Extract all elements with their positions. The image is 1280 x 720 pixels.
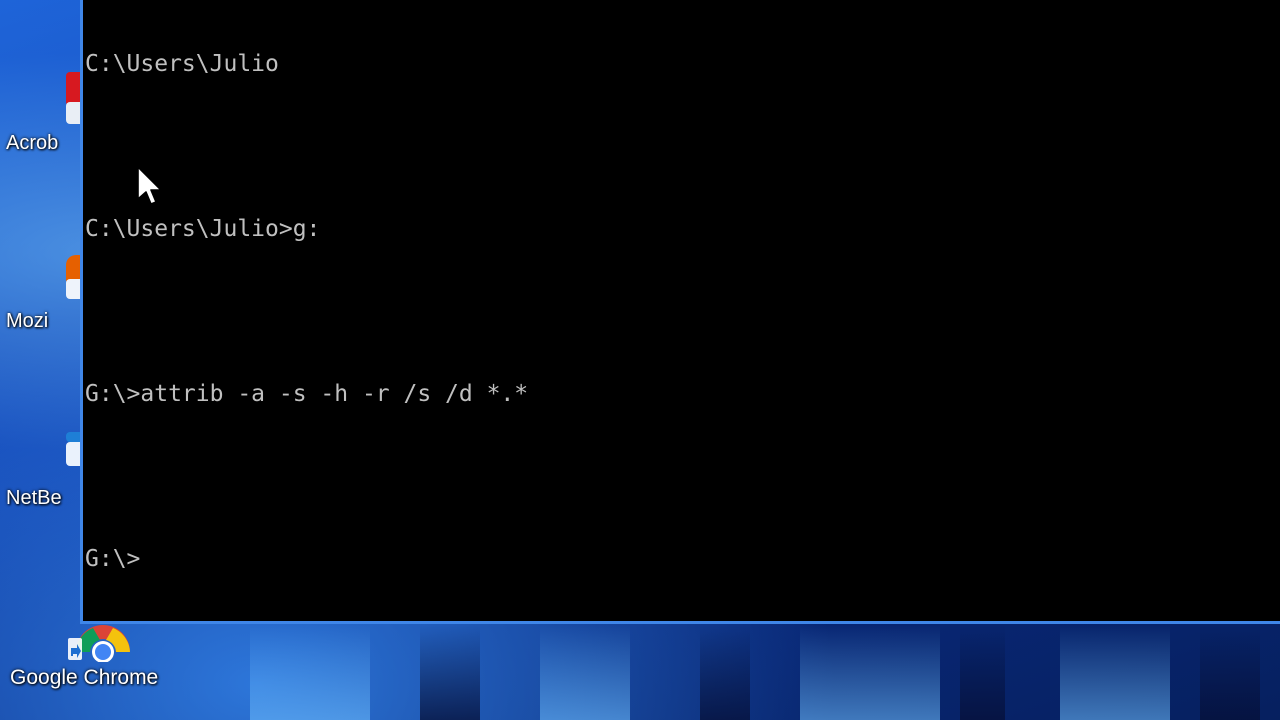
desktop: Acrob Mozi NetBe Google Chrome C:\Users\… <box>0 0 1280 720</box>
desktop-icon-mozilla[interactable]: Mozi <box>0 255 84 345</box>
wallpaper-streak <box>1060 625 1170 720</box>
wallpaper-streak <box>540 625 630 720</box>
desktop-icon-label: Acrob <box>6 132 59 154</box>
desktop-icon-chrome[interactable]: Google Chrome <box>0 618 220 698</box>
console-line: C:\Users\Julio>g: <box>85 216 321 242</box>
wallpaper-streak <box>250 625 370 720</box>
wallpaper-streak <box>700 625 750 720</box>
desktop-icon-acrobat[interactable]: Acrob <box>0 72 84 162</box>
console-output[interactable]: C:\Users\Julio C:\Users\Julio>g: G:\>att… <box>85 0 528 629</box>
desktop-icon-label: Mozi <box>6 310 49 332</box>
wallpaper-streak <box>420 625 480 720</box>
wallpaper-streak <box>1200 625 1260 720</box>
command-prompt-window[interactable]: C:\Users\Julio C:\Users\Julio>g: G:\>att… <box>80 0 1280 624</box>
wallpaper-streak <box>800 625 940 720</box>
console-line: C:\Users\Julio <box>85 51 279 77</box>
console-prompt[interactable]: G:\> <box>85 546 528 574</box>
desktop-icon-label: Google Chrome <box>10 666 159 689</box>
console-line: G:\>attrib -a -s -h -r /s /d *.* <box>85 381 529 407</box>
desktop-icon-netbeans[interactable]: NetBe <box>0 432 84 522</box>
mouse-pointer-icon <box>137 166 162 205</box>
desktop-icon-label: NetBe <box>6 487 62 509</box>
wallpaper-streak <box>960 625 1005 720</box>
